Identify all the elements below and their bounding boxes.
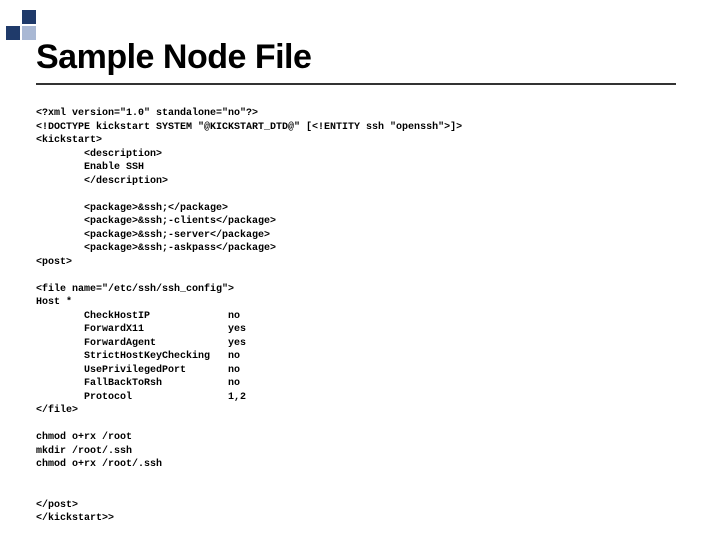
- corner-decoration: [6, 10, 52, 40]
- code-block: <?xml version="1.0" standalone="no"?> <!…: [36, 107, 700, 526]
- title-rule: [36, 83, 676, 85]
- page-title: Sample Node File: [36, 38, 700, 77]
- slide-content: Sample Node File <?xml version="1.0" sta…: [36, 38, 700, 526]
